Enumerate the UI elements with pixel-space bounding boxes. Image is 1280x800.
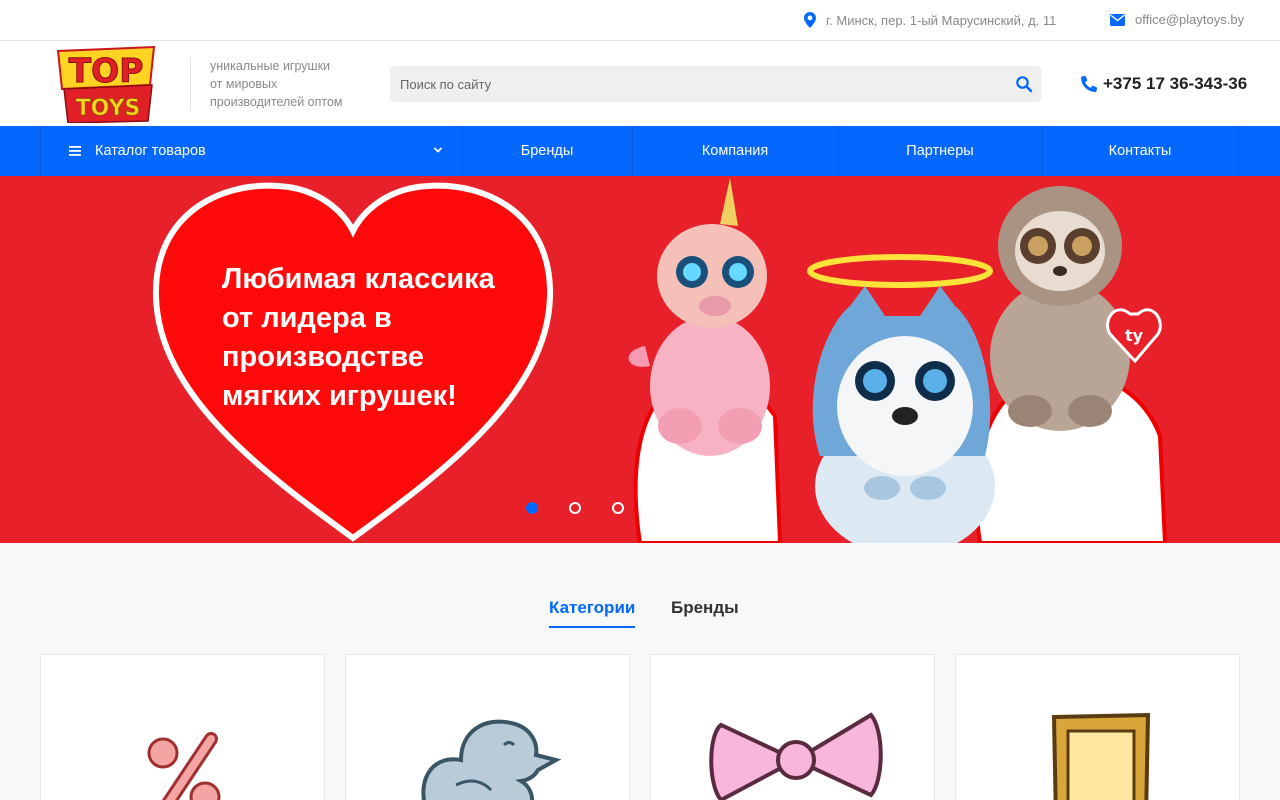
tab-categories[interactable]: Категории xyxy=(549,598,636,628)
email-block[interactable]: office@playtoys.by xyxy=(1110,12,1244,27)
slider-dots xyxy=(526,502,624,514)
slogan-line: от мировых xyxy=(210,77,278,91)
category-card-creativity[interactable] xyxy=(955,654,1240,800)
email-link[interactable]: office@playtoys.by xyxy=(1135,12,1244,27)
logo-bottom-text: TOYS xyxy=(76,96,141,121)
percent-icon xyxy=(147,732,221,800)
category-card-sale[interactable] xyxy=(40,654,325,800)
map-pin-icon xyxy=(804,12,816,28)
phone-block[interactable]: +375 17 36-343-36 xyxy=(1081,74,1247,94)
header: TOP TOYS уникальные игрушки от мировых п… xyxy=(0,41,1280,126)
phone-icon xyxy=(1081,76,1097,92)
husky-toy xyxy=(812,286,995,543)
search-input[interactable] xyxy=(390,66,1000,102)
slider-dot-1[interactable] xyxy=(526,502,538,514)
banner-line: мягких игрушек! xyxy=(222,380,457,412)
sloth-toy xyxy=(990,186,1130,431)
search-icon[interactable] xyxy=(1015,75,1033,93)
nav-item-company[interactable]: Компания xyxy=(632,126,837,176)
catalog-tabs: Категории Бренды xyxy=(0,598,1280,628)
nav-item-brands[interactable]: Бренды xyxy=(461,126,632,176)
slider-dot-3[interactable] xyxy=(612,502,624,514)
main-nav: Каталог товаров Бренды Компания Партнеры… xyxy=(0,126,1280,176)
slogan-line: уникальные игрушки xyxy=(210,59,331,73)
banner-line: производстве xyxy=(222,341,424,373)
top-bar: г. Минск, пер. 1-ый Марусинский, д. 11 o… xyxy=(0,0,1280,41)
address-block: г. Минск, пер. 1-ый Марусинский, д. 11 xyxy=(804,12,1056,28)
bow-icon xyxy=(709,712,883,800)
banner-line: от лидера в xyxy=(222,302,392,334)
nav-catalog-label: Каталог товаров xyxy=(95,143,206,159)
slogan-line: производителей оптом xyxy=(210,95,343,109)
banner-headline: Любимая классика от лидера в производств… xyxy=(222,260,542,416)
nav-catalog[interactable]: Каталог товаров xyxy=(40,126,461,176)
phone-number[interactable]: +375 17 36-343-36 xyxy=(1103,74,1247,94)
address-text: г. Минск, пер. 1-ый Марусинский, д. 11 xyxy=(826,12,1057,28)
header-divider xyxy=(190,57,191,111)
category-card-baby[interactable] xyxy=(345,654,630,800)
logo-top-text: TOP xyxy=(69,51,144,90)
duck-icon xyxy=(421,719,561,800)
tab-brands[interactable]: Бренды xyxy=(671,598,739,618)
banner-line: Любимая классика xyxy=(222,263,495,295)
nav-item-contacts[interactable]: Контакты xyxy=(1042,126,1238,176)
chevron-down-icon xyxy=(433,147,443,153)
search-box xyxy=(390,66,1041,102)
envelope-icon xyxy=(1110,13,1125,26)
slider-dot-2[interactable] xyxy=(569,502,581,514)
frame-icon xyxy=(1051,712,1151,800)
ty-tag-text: ty xyxy=(1125,326,1144,345)
slogan: уникальные игрушки от мировых производит… xyxy=(210,57,370,111)
category-card-girls[interactable] xyxy=(650,654,935,800)
nav-item-partners[interactable]: Партнеры xyxy=(837,126,1042,176)
hero-banner[interactable]: Любимая классика от лидера в производств… xyxy=(0,176,1280,543)
plush-toys-image: ty xyxy=(628,178,1168,543)
menu-icon xyxy=(69,146,81,156)
site-logo[interactable]: TOP TOYS xyxy=(54,45,158,123)
